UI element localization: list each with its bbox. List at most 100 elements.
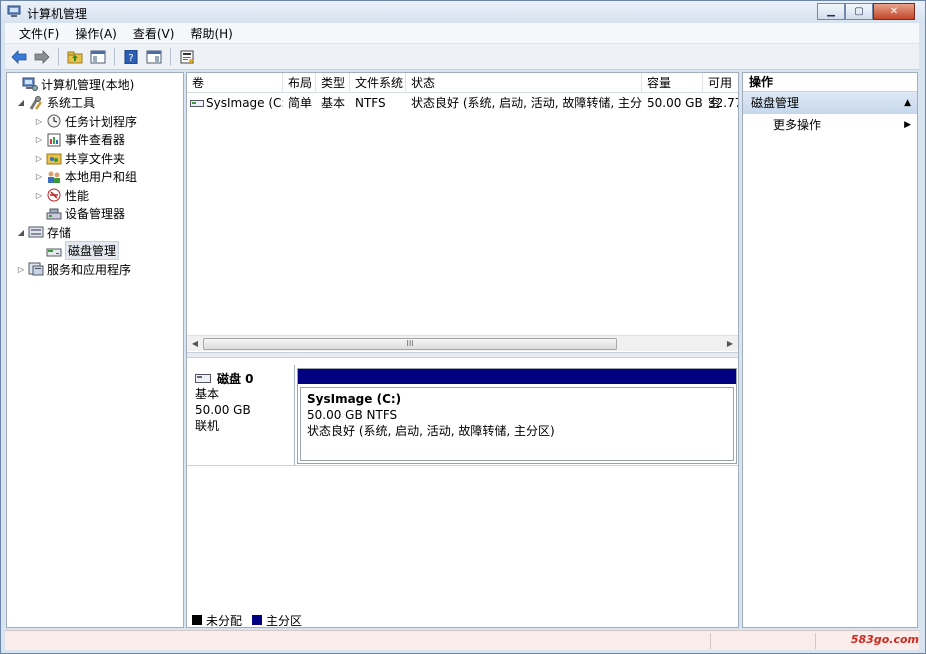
column-header-free-space[interactable]: 可用空: [703, 73, 738, 110]
menu-bar: 文件(F) 操作(A) 查看(V) 帮助(H): [5, 23, 919, 43]
storage-icon: [28, 225, 44, 239]
column-header-capacity[interactable]: 容量: [642, 73, 703, 93]
close-button[interactable]: ✕: [873, 3, 915, 20]
console-tree: 计算机管理(本地) ◢ 系统工具 ▷ 任务计划程序 ▷ 事件查看器 ▷ 共享文件…: [6, 72, 184, 628]
tree-item-storage[interactable]: ◢ 存储: [7, 223, 183, 242]
column-header-volume[interactable]: 卷: [187, 73, 283, 93]
primary-partition-swatch: [252, 615, 263, 625]
disk-name-row: 磁盘 0: [195, 370, 288, 386]
action-more-actions[interactable]: 更多操作 ▶: [743, 114, 917, 136]
collapse-up-icon[interactable]: ▲: [904, 92, 911, 114]
forward-button[interactable]: [32, 47, 52, 67]
partition-size-fs: 50.00 GB NTFS: [307, 408, 398, 422]
tree-item-label: 性能: [65, 188, 90, 203]
toolbar: ?: [5, 44, 919, 70]
free-space-cell: 32.77: [708, 96, 739, 110]
unallocated-swatch: [192, 615, 202, 625]
tree-item-label: 设备管理器: [65, 207, 126, 222]
partition-details: SysImage (C:) 50.00 GB NTFS 状态良好 (系统, 启动…: [300, 387, 734, 461]
volume-list-header: 卷 布局 类型 文件系统 状态 容量 可用空: [187, 73, 738, 110]
properties-button[interactable]: [177, 47, 197, 67]
collapsed-triangle-icon[interactable]: ▷: [34, 172, 44, 181]
console-tree-icon: [90, 50, 106, 63]
window-title: 计算机管理: [27, 7, 88, 21]
menu-file[interactable]: 文件(F): [11, 25, 67, 42]
performance-icon: [46, 188, 62, 202]
action-pane-icon: [146, 50, 162, 63]
tree-item-event-viewer[interactable]: ▷ 事件查看器: [7, 131, 183, 150]
pane-splitter[interactable]: [187, 352, 738, 358]
disk-management-icon: [46, 244, 62, 258]
site-watermark: 583go.com: [850, 633, 919, 646]
expanded-triangle-icon[interactable]: ◢: [16, 98, 26, 107]
tree-item-label: 本地用户和组: [65, 170, 138, 185]
column-header-status[interactable]: 状态: [406, 73, 642, 93]
show-hide-action-pane-button[interactable]: [144, 47, 164, 67]
actions-header: 操作: [743, 73, 917, 92]
svg-text:?: ?: [128, 53, 133, 64]
maximize-button[interactable]: ▢: [845, 3, 873, 20]
toolbar-separator: [58, 47, 59, 66]
partition-c[interactable]: SysImage (C:) 50.00 GB NTFS 状态良好 (系统, 启动…: [297, 368, 737, 464]
disk-icon: [195, 373, 211, 383]
scroll-right-icon[interactable]: ▶: [724, 338, 736, 350]
help-button[interactable]: ?: [121, 47, 141, 67]
tree-item-disk-management[interactable]: 磁盘管理: [7, 241, 183, 261]
tree-item-task-scheduler[interactable]: ▷ 任务计划程序: [7, 112, 183, 131]
menu-help[interactable]: 帮助(H): [182, 25, 240, 42]
collapsed-triangle-icon[interactable]: ▷: [16, 265, 26, 274]
minimize-button[interactable]: ▁: [817, 3, 845, 20]
show-hide-console-tree-button[interactable]: [88, 47, 108, 67]
menu-view[interactable]: 查看(V): [125, 25, 183, 42]
status-divider: [815, 633, 816, 649]
actions-section-disk-management[interactable]: 磁盘管理 ▲: [743, 92, 917, 114]
tree-item-device-manager[interactable]: 设备管理器: [7, 205, 183, 224]
disk-type: 基本: [195, 387, 220, 401]
tree-item-shared-folders[interactable]: ▷ 共享文件夹: [7, 149, 183, 168]
expanded-triangle-icon[interactable]: ◢: [16, 228, 26, 237]
capacity-cell: 50.00 GB: [647, 96, 703, 110]
properties-icon: [180, 50, 194, 63]
clock-icon: [46, 114, 62, 128]
collapsed-triangle-icon[interactable]: ▷: [34, 191, 44, 200]
back-button[interactable]: [9, 47, 29, 67]
close-icon: ✕: [889, 6, 899, 17]
tree-item-performance[interactable]: ▷ 性能: [7, 186, 183, 205]
disk-status: 联机: [195, 419, 220, 433]
collapsed-triangle-icon[interactable]: ▷: [34, 117, 44, 126]
partition-title: SysImage (C:): [307, 392, 402, 406]
disk-0-info[interactable]: 磁盘 0 基本 50.00 GB 联机: [189, 365, 295, 466]
menu-action[interactable]: 操作(A): [67, 25, 125, 42]
action-label: 更多操作: [773, 118, 822, 132]
tree-item-label: 计算机管理(本地): [41, 77, 135, 92]
help-icon: ?: [124, 49, 138, 64]
tree-item-local-users-groups[interactable]: ▷ 本地用户和组: [7, 168, 183, 187]
tree-item-system-tools[interactable]: ◢ 系统工具: [7, 94, 183, 113]
collapsed-triangle-icon[interactable]: ▷: [34, 154, 44, 163]
computer-management-icon: [7, 5, 21, 18]
tree-item-label: 事件查看器: [65, 133, 126, 148]
back-arrow-icon: [11, 49, 27, 64]
tree-item-services-applications[interactable]: ▷ 服务和应用程序: [7, 260, 183, 279]
actions-section-label: 磁盘管理: [751, 96, 800, 110]
scrollbar-thumb[interactable]: III: [203, 338, 617, 350]
column-header-type[interactable]: 类型: [316, 73, 350, 93]
minimize-icon: ▁: [827, 6, 835, 17]
volume-row[interactable]: SysImage (C:) 简单 基本 NTFS 状态良好 (系统, 启动, 活…: [187, 94, 739, 112]
maximize-icon: ▢: [854, 6, 864, 17]
volume-cell: SysImage (C:): [187, 94, 283, 112]
disk-graphical-view: 磁盘 0 基本 50.00 GB 联机 SysImage (C:) 50.00 …: [189, 365, 737, 466]
folder-up-icon: [67, 51, 83, 63]
shared-folder-icon: [46, 151, 62, 165]
horizontal-scrollbar[interactable]: ◀ III ▶: [187, 335, 738, 351]
collapsed-triangle-icon[interactable]: ▷: [34, 135, 44, 144]
column-header-filesystem[interactable]: 文件系统: [350, 73, 406, 93]
volume-drive-icon: [190, 100, 204, 107]
tree-item-computer-management[interactable]: 计算机管理(本地): [7, 75, 183, 94]
toolbar-separator: [170, 47, 171, 66]
status-cell: 状态良好 (系统, 启动, 活动, 故障转储, 主分区): [411, 96, 642, 110]
scroll-left-icon[interactable]: ◀: [189, 338, 201, 350]
column-header-layout[interactable]: 布局: [283, 73, 316, 93]
up-level-button[interactable]: [65, 47, 85, 67]
services-icon: [28, 262, 44, 276]
